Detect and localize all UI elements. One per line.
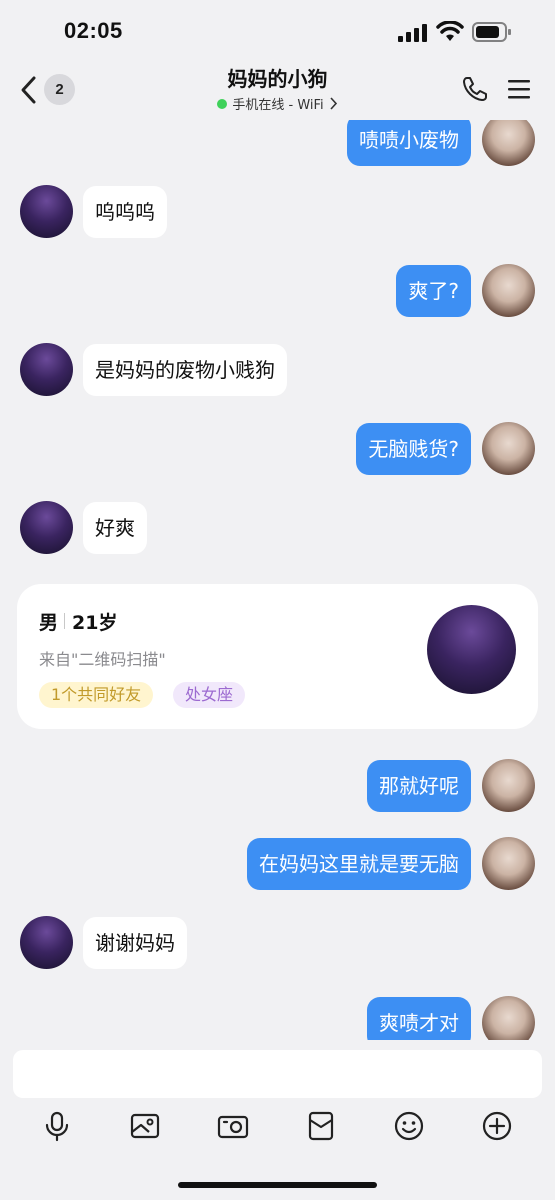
message-row: 呜呜呜 bbox=[0, 185, 555, 239]
composer bbox=[0, 1040, 555, 1200]
chat-header: 2 妈妈的小狗 手机在线 - WiFi bbox=[0, 58, 555, 120]
image-icon[interactable] bbox=[129, 1110, 161, 1142]
profile-age: 21岁 bbox=[72, 612, 118, 634]
message-bubble[interactable]: 呜呜呜 bbox=[83, 186, 167, 238]
avatar[interactable] bbox=[482, 120, 535, 166]
message-bubble[interactable]: 谢谢妈妈 bbox=[83, 917, 187, 969]
plus-icon[interactable] bbox=[481, 1110, 513, 1142]
message-bubble[interactable]: 爽了? bbox=[396, 265, 471, 317]
chevron-right-icon bbox=[330, 97, 337, 110]
divider bbox=[64, 613, 65, 629]
avatar[interactable] bbox=[20, 916, 73, 969]
message-row: 好爽 bbox=[0, 501, 555, 555]
wifi-icon bbox=[436, 21, 464, 41]
home-indicator[interactable] bbox=[178, 1182, 377, 1188]
message-row: 那就好呢 bbox=[0, 759, 555, 813]
status-time: 02:05 bbox=[64, 18, 123, 43]
message-bubble[interactable]: 好爽 bbox=[83, 502, 147, 554]
cellular-signal-icon bbox=[398, 24, 427, 42]
menu-icon[interactable] bbox=[507, 78, 531, 100]
message-bubble[interactable]: 啧啧小废物 bbox=[347, 120, 471, 166]
message-row: 爽了? bbox=[0, 264, 555, 318]
profile-card[interactable]: 男 21岁 来自"二维码扫描" 1个共同好友 处女座 bbox=[17, 584, 538, 729]
microphone-icon[interactable] bbox=[41, 1110, 73, 1142]
message-bubble[interactable]: 那就好呢 bbox=[367, 760, 471, 812]
message-row: 在妈妈这里就是要无脑 bbox=[0, 837, 555, 891]
mutual-friends-tag[interactable]: 1个共同好友 bbox=[39, 682, 154, 708]
emoji-icon[interactable] bbox=[393, 1110, 425, 1142]
status-bar: 02:05 bbox=[0, 0, 555, 62]
avatar[interactable] bbox=[20, 501, 73, 554]
message-row: 是妈妈的废物小贱狗 bbox=[0, 343, 555, 397]
avatar[interactable] bbox=[20, 185, 73, 238]
avatar[interactable] bbox=[482, 837, 535, 890]
message-bubble[interactable]: 是妈妈的废物小贱狗 bbox=[83, 344, 287, 396]
message-input[interactable] bbox=[13, 1050, 542, 1098]
zodiac-tag: 处女座 bbox=[173, 682, 246, 708]
message-row: 谢谢妈妈 bbox=[0, 916, 555, 970]
message-row: 啧啧小废物 bbox=[0, 120, 555, 167]
avatar[interactable] bbox=[482, 422, 535, 475]
message-bubble[interactable]: 爽啧才对 bbox=[367, 997, 471, 1040]
online-status-text: 手机在线 - WiFi bbox=[232, 98, 324, 113]
profile-source: 来自"二维码扫描" bbox=[39, 650, 166, 669]
battery-icon bbox=[472, 22, 511, 42]
message-row: 无脑贱货? bbox=[0, 422, 555, 476]
phone-call-icon[interactable] bbox=[461, 75, 489, 103]
avatar[interactable] bbox=[20, 343, 73, 396]
avatar[interactable] bbox=[482, 759, 535, 812]
online-dot-icon bbox=[217, 98, 228, 109]
message-bubble[interactable]: 无脑贱货? bbox=[356, 423, 471, 475]
message-row: 爽啧才对 bbox=[0, 996, 555, 1040]
profile-gender: 男 bbox=[39, 612, 59, 634]
camera-icon[interactable] bbox=[217, 1110, 249, 1142]
message-list[interactable]: 啧啧小废物 呜呜呜 爽了? 是妈妈的废物小贱狗 无脑贱货? 好爽 男 21岁 来… bbox=[0, 120, 555, 1040]
red-packet-icon[interactable] bbox=[305, 1110, 337, 1142]
avatar[interactable] bbox=[482, 996, 535, 1040]
message-bubble[interactable]: 在妈妈这里就是要无脑 bbox=[247, 838, 471, 890]
avatar[interactable] bbox=[482, 264, 535, 317]
profile-avatar[interactable] bbox=[427, 605, 516, 694]
